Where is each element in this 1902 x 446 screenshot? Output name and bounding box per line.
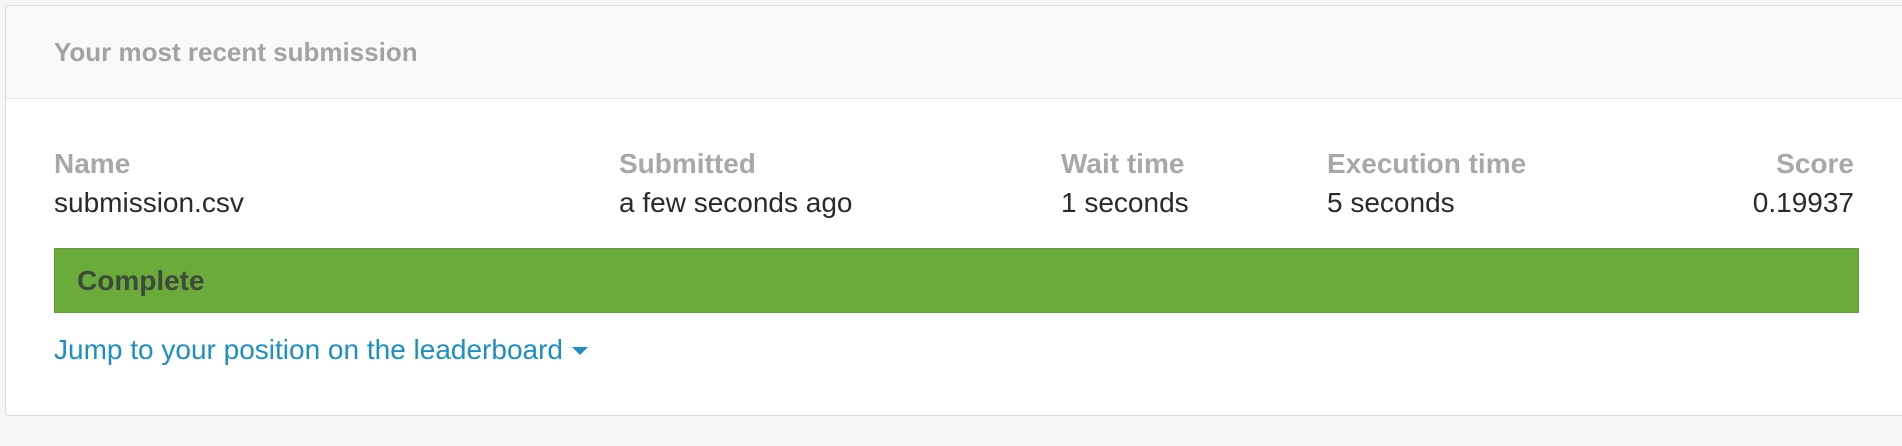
- execution-time-column: Execution time 5 seconds: [1327, 147, 1526, 220]
- execution-time-label: Execution time: [1327, 148, 1527, 179]
- submitted-value: a few seconds ago: [619, 187, 853, 218]
- name-column: Name submission.csv: [54, 147, 244, 220]
- execution-time-value: 5 seconds: [1327, 187, 1455, 218]
- caret-down-icon: [572, 347, 588, 355]
- leaderboard-link-label: Jump to your position on the leaderboard: [54, 334, 563, 365]
- name-value: submission.csv: [54, 187, 244, 218]
- status-label: Complete: [77, 265, 205, 296]
- name-label: Name: [54, 148, 131, 179]
- recent-submission-card: Your most recent submission Name submiss…: [5, 5, 1902, 416]
- status-bar: Complete: [54, 248, 1859, 313]
- score-value: 0.19937: [1752, 187, 1854, 218]
- wait-time-column: Wait time 1 seconds: [1061, 147, 1189, 220]
- submitted-label: Submitted: [619, 148, 756, 179]
- wait-time-value: 1 seconds: [1061, 187, 1189, 218]
- score-column: Score 0.19937: [1753, 147, 1854, 220]
- wait-time-label: Wait time: [1061, 148, 1185, 179]
- card-header: Your most recent submission: [6, 6, 1902, 99]
- submitted-column: Submitted a few seconds ago: [619, 147, 853, 220]
- score-label: Score: [1776, 148, 1854, 179]
- card-title: Your most recent submission: [54, 37, 418, 67]
- leaderboard-position-link[interactable]: Jump to your position on the leaderboard: [54, 333, 588, 367]
